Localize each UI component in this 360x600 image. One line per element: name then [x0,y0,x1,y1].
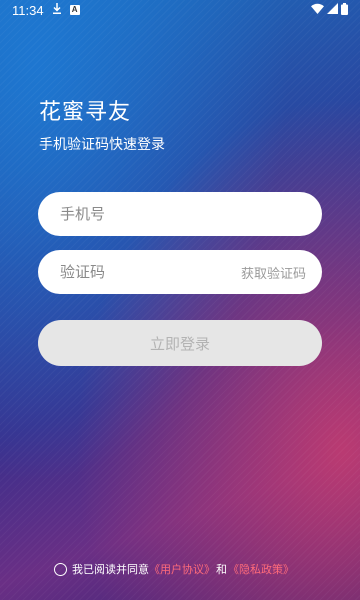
user-agreement-link[interactable]: 《用户协议》 [149,561,215,577]
agreement-and: 和 [216,563,227,576]
phone-field[interactable] [38,192,322,236]
app-title: 花蜜寻友 [39,100,132,125]
status-left: 11:34 A [12,3,80,18]
phone-input[interactable] [60,205,306,223]
code-input[interactable] [60,263,241,281]
login-subtitle: 手机验证码快速登录 [39,137,165,153]
agreement-radio[interactable] [54,562,67,576]
code-field[interactable]: 获取验证码 [38,250,322,294]
download-icon [52,3,62,17]
a-badge-icon: A [69,5,80,15]
get-code-button[interactable]: 获取验证码 [241,263,306,282]
privacy-policy-link[interactable]: 《隐私政策》 [228,561,294,577]
signal-icon [327,3,338,17]
battery-icon [341,2,348,18]
login-button[interactable]: 立即登录 [38,320,322,366]
agreement-row: 我已阅读并同意 《用户协议》 和 《隐私政策》 [54,561,294,577]
status-right [311,2,348,18]
wifi-icon [311,3,324,17]
status-bar: 11:34 A [0,0,360,20]
status-time: 11:34 [12,2,44,18]
agreement-prefix: 我已阅读并同意 [72,563,149,576]
